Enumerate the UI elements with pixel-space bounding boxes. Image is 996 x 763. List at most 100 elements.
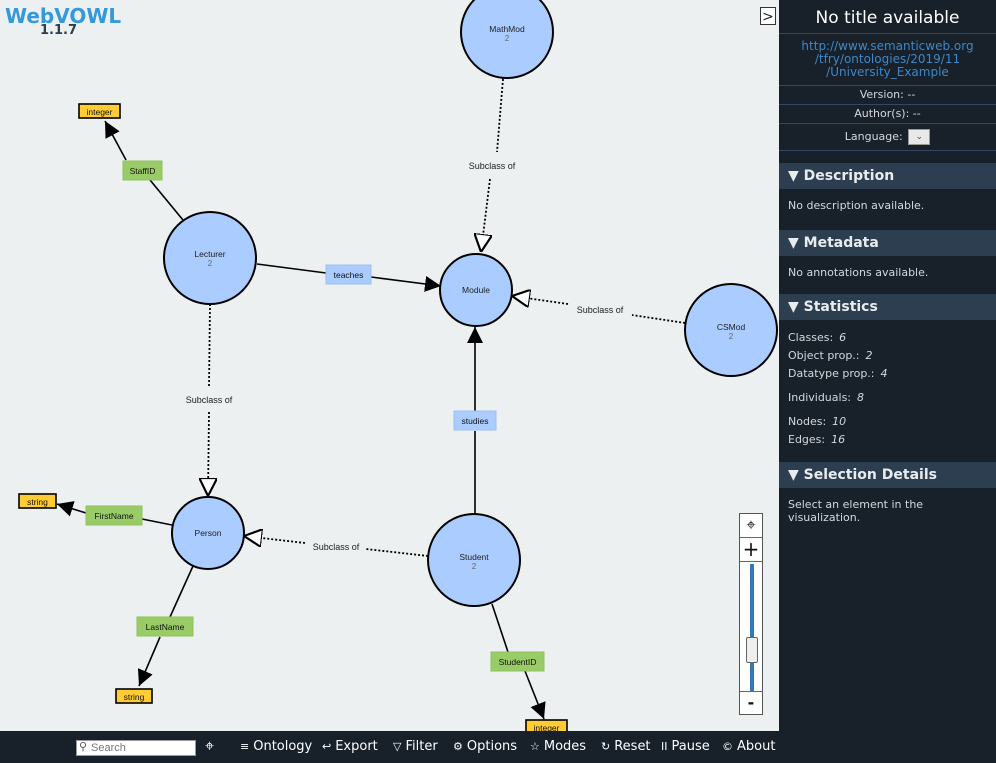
property-firstname[interactable]: FirstName [85, 505, 143, 526]
edge-firstname-1 [141, 518, 173, 526]
section-header-metadata[interactable]: ▼ Metadata [779, 230, 996, 256]
node-module[interactable]: Module [439, 253, 513, 327]
edge-teaches-2 [370, 276, 442, 292]
edge-staffid-1 [149, 179, 184, 221]
node-lecturer[interactable]: Lecturer 2 [163, 211, 257, 305]
bottom-toolbar: ⚲ ⌖ ≡Ontology ↩Export ▽Filter ⚙Options ☆… [0, 731, 779, 763]
search-box[interactable]: ⚲ [76, 740, 196, 756]
property-teaches[interactable]: teaches [325, 264, 372, 285]
menu-label: About [737, 739, 776, 754]
menu-ontology[interactable]: ≡ Ontology [240, 739, 312, 754]
menu-label: Pause [671, 739, 710, 754]
sidebar-toggle-button[interactable]: > [760, 7, 776, 25]
property-lastname-label: LastName [146, 622, 185, 632]
menu-modes[interactable]: ☆ Modes [530, 739, 586, 754]
zoom-control: ⌖ + - [739, 513, 763, 715]
reset-icon: ↻ [601, 740, 611, 753]
ontology-authors: Author(s): -- [779, 105, 996, 124]
edge-firstname-2 [56, 501, 87, 517]
stat-label: Datatype prop.: [788, 367, 875, 380]
label-subclass-mathmod[interactable]: Subclass of [469, 161, 516, 171]
menu-label: Reset [614, 739, 651, 754]
menu-label: Modes [543, 739, 587, 754]
node-person-label: Person [195, 528, 222, 538]
export-icon: ↩ [322, 740, 332, 753]
crosshair-icon: ⌖ [205, 736, 215, 755]
menu-filter[interactable]: ▽ Filter [393, 739, 438, 754]
menu-label: Ontology [253, 739, 313, 754]
divider [740, 561, 762, 562]
label-subclass-student[interactable]: Subclass of [313, 542, 360, 552]
edge-subclass-lecturer-1 [208, 303, 211, 388]
list-icon: ≡ [240, 740, 250, 753]
description-text: No description available. [788, 199, 925, 212]
language-label: Language: [844, 130, 903, 143]
stat-label: Object prop.: [788, 349, 860, 362]
star-icon: ☆ [530, 740, 540, 753]
datatype-string-lastname[interactable]: string [115, 688, 153, 704]
stat-value: 6 [839, 331, 847, 344]
edge-subclass-mathmod-2 [481, 178, 490, 252]
edge-subclass-csmod-1 [631, 314, 686, 324]
stat-value: 4 [880, 367, 888, 380]
ontology-graph[interactable]: Subclass of Subclass of Subclass of Subc… [0, 0, 779, 731]
menu-reset[interactable]: ↻ Reset [601, 739, 651, 754]
copyright-icon: © [722, 740, 733, 753]
zoom-in-button[interactable]: + [740, 538, 762, 560]
property-staffid[interactable]: StaffID [122, 160, 163, 181]
node-csmod-count: 2 [729, 332, 734, 341]
stat-edges: Edges: 16 [779, 431, 996, 449]
datatype-integer-label: integer [534, 723, 560, 731]
label-subclass-csmod[interactable]: Subclass of [577, 305, 624, 315]
node-mathmod-count: 2 [505, 34, 510, 43]
section-header-description[interactable]: ▼ Description [779, 163, 996, 189]
graph-canvas[interactable]: Subclass of Subclass of Subclass of Subc… [0, 0, 779, 731]
node-csmod[interactable]: CSMod 2 [684, 283, 778, 377]
locate-button[interactable]: ⌖ [205, 736, 214, 756]
property-studentid[interactable]: StudentID [490, 651, 545, 672]
node-module-label: Module [462, 285, 490, 295]
metadata-text: No annotations available. [788, 266, 929, 279]
stat-label: Edges: [788, 433, 826, 446]
menu-about[interactable]: © About [722, 739, 775, 754]
property-studies[interactable]: studies [453, 410, 497, 431]
section-header-selection-details[interactable]: ▼ Selection Details [779, 462, 996, 488]
menu-pause[interactable]: II Pause [661, 739, 710, 754]
datatype-string-firstname[interactable]: string [18, 493, 57, 509]
stat-datatype-props: Datatype prop.: 4 [779, 365, 996, 383]
section-header-statistics[interactable]: ▼ Statistics [779, 294, 996, 320]
edge-lastname-2 [137, 636, 161, 687]
menu-options[interactable]: ⚙ Options [453, 739, 517, 754]
center-graph-button[interactable]: ⌖ [740, 514, 762, 536]
search-input[interactable] [91, 741, 191, 755]
language-select[interactable]: ⌄ [908, 129, 931, 145]
menu-export[interactable]: ↩ Export [322, 739, 378, 754]
property-studies-label: studies [462, 416, 489, 426]
datatype-string-label: string [27, 497, 48, 507]
datatype-integer-label: integer [87, 107, 113, 117]
edge-teaches-1 [256, 263, 327, 274]
edge-subclass-student-1 [365, 548, 429, 557]
node-person[interactable]: Person [171, 496, 245, 570]
minus-icon: - [747, 693, 755, 712]
stat-label: Nodes: [788, 415, 827, 428]
zoom-slider-handle[interactable] [746, 636, 758, 663]
node-student[interactable]: Student 2 [427, 513, 521, 607]
node-lecturer-label: Lecturer [194, 249, 225, 259]
chevron-down-icon: ⌄ [915, 132, 924, 142]
language-row: Language: ⌄ [779, 124, 996, 151]
node-mathmod[interactable]: MathMod 2 [460, 0, 554, 79]
datatype-integer-studentid[interactable]: integer [525, 719, 568, 731]
property-lastname[interactable]: LastName [136, 616, 194, 637]
search-icon: ⚲ [79, 740, 88, 753]
edge-subclass-mathmod-1 [496, 78, 504, 153]
label-subclass-lecturer[interactable]: Subclass of [186, 395, 233, 405]
zoom-out-button[interactable]: - [740, 692, 762, 714]
datatype-integer-staffid[interactable]: integer [78, 103, 121, 119]
ontology-iri-link[interactable]: http://www.semanticweb.org /tfry/ontolog… [779, 34, 996, 86]
pause-icon: II [661, 740, 668, 753]
stat-value: 2 [865, 349, 873, 362]
stat-nodes: Nodes: 10 [779, 413, 996, 431]
zoom-slider-track[interactable] [750, 564, 754, 692]
menu-label: Export [335, 739, 378, 754]
